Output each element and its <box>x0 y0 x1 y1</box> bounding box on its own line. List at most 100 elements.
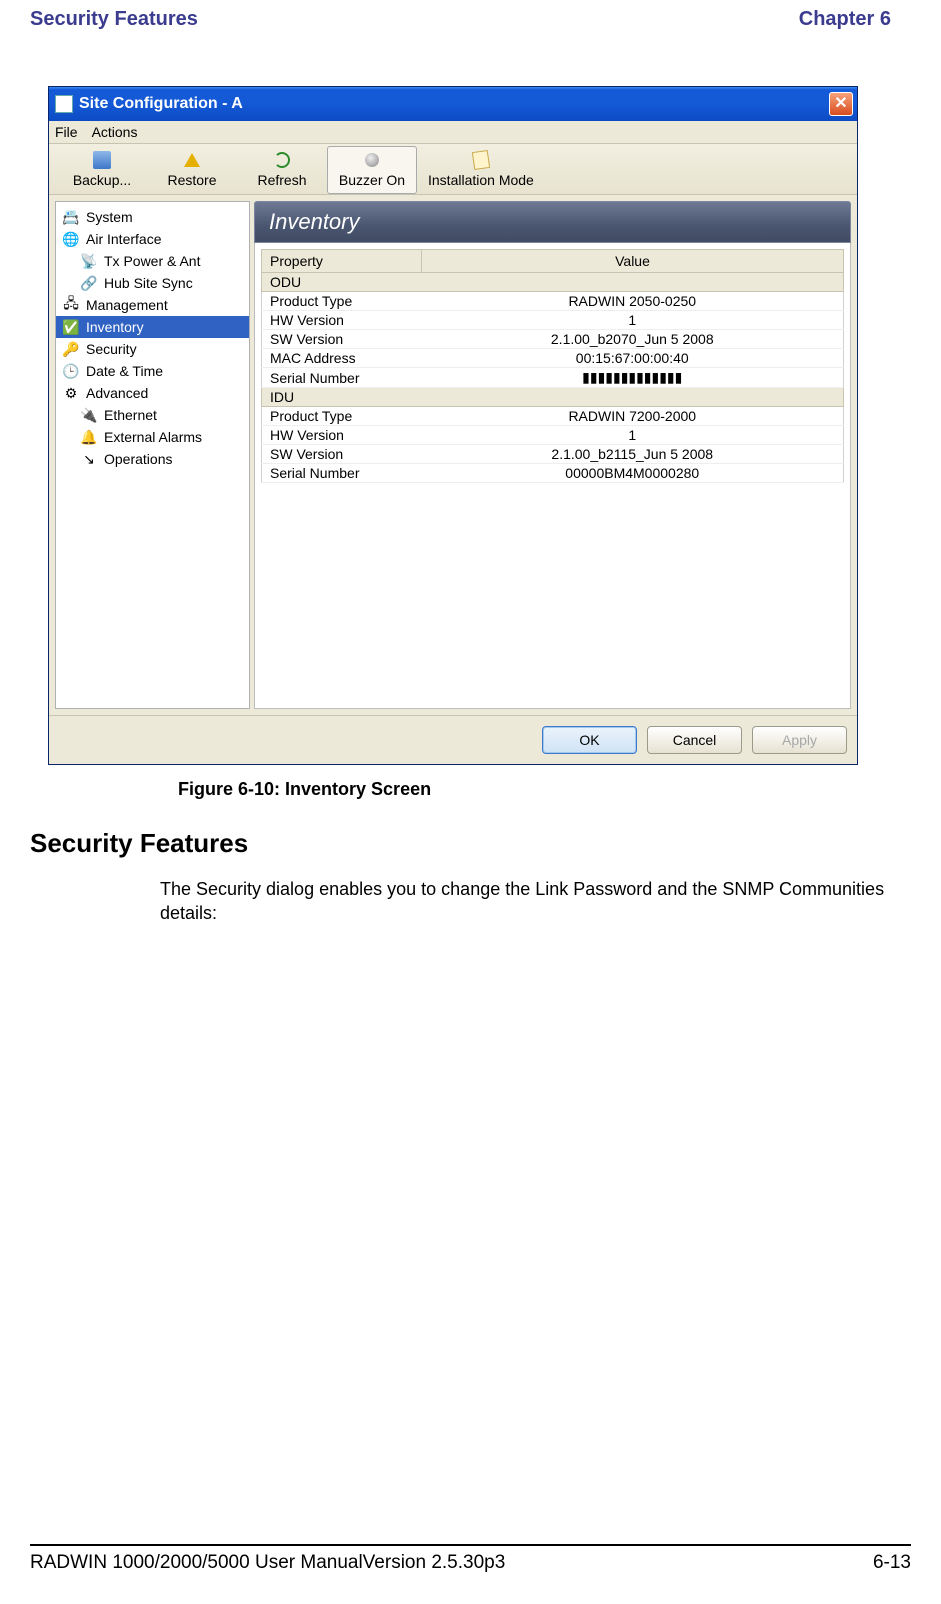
site-config-dialog: Site Configuration - A ✕ File Actions Ba… <box>48 86 858 765</box>
panel-body: Property Value ODUProduct TypeRADWIN 205… <box>254 243 851 709</box>
sidebar-item-advanced[interactable]: ⚙ Advanced <box>56 382 249 404</box>
date-time-icon: 🕒 <box>62 362 80 380</box>
table-row: Serial Number▮▮▮▮▮▮▮▮▮▮▮▮▮ <box>262 368 844 388</box>
menubar: File Actions <box>49 121 857 144</box>
sidebar-item-external-alarms[interactable]: 🔔 External Alarms <box>56 426 249 448</box>
external-alarms-icon: 🔔 <box>80 428 98 446</box>
hub-site-sync-icon: 🔗 <box>80 274 98 292</box>
col-property[interactable]: Property <box>262 250 422 273</box>
restore-label: Restore <box>167 172 216 188</box>
property-cell: Product Type <box>262 407 422 426</box>
dialog-buttons: OK Cancel Apply <box>49 715 857 764</box>
main-area: Inventory Property Value ODUProduct Type… <box>254 201 851 709</box>
figure-wrapper: Site Configuration - A ✕ File Actions Ba… <box>48 86 911 800</box>
dialog-body: 📇 System 🌐 Air Interface 📡 Tx Power & Ant 🔗 Hub… <box>49 195 857 715</box>
value-cell: 00:15:67:00:00:40 <box>422 349 844 368</box>
menu-actions[interactable]: Actions <box>92 124 138 140</box>
property-cell: SW Version <box>262 330 422 349</box>
sidebar-item-air-interface[interactable]: 🌐 Air Interface <box>56 228 249 250</box>
value-cell: 00000BM4M0000280 <box>422 464 844 483</box>
section-label: IDU <box>262 388 844 407</box>
management-icon: 🖧 <box>62 296 80 314</box>
value-cell: 2.1.00_b2070_Jun 5 2008 <box>422 330 844 349</box>
sidebar-item-label: Operations <box>104 451 172 467</box>
ok-button[interactable]: OK <box>542 726 637 754</box>
sidebar-item-ethernet[interactable]: 🔌 Ethernet <box>56 404 249 426</box>
value-cell: RADWIN 2050-0250 <box>422 292 844 311</box>
property-cell: Product Type <box>262 292 422 311</box>
system-icon: 📇 <box>62 208 80 226</box>
refresh-label: Refresh <box>257 172 306 188</box>
table-row: MAC Address00:15:67:00:00:40 <box>262 349 844 368</box>
value-cell: 2.1.00_b2115_Jun 5 2008 <box>422 445 844 464</box>
buzzer-icon <box>362 150 382 170</box>
install-mode-button[interactable]: Installation Mode <box>417 146 545 194</box>
col-value[interactable]: Value <box>422 250 844 273</box>
header-left: Security Features <box>30 8 198 31</box>
property-cell: MAC Address <box>262 349 422 368</box>
footer-right: 6-13 <box>873 1552 911 1574</box>
table-row: SW Version2.1.00_b2115_Jun 5 2008 <box>262 445 844 464</box>
section-row-idu: IDU <box>262 388 844 407</box>
restore-button[interactable]: Restore <box>147 146 237 194</box>
section-label: ODU <box>262 273 844 292</box>
sidebar-item-label: Tx Power & Ant <box>104 253 200 269</box>
sidebar-item-label: System <box>86 209 133 225</box>
sidebar-item-security[interactable]: 🔑 Security <box>56 338 249 360</box>
install-icon <box>471 150 491 170</box>
ethernet-icon: 🔌 <box>80 406 98 424</box>
restore-icon <box>182 150 202 170</box>
sidebar-item-label: Hub Site Sync <box>104 275 193 291</box>
page-header: Security Features Chapter 6 <box>30 8 891 31</box>
property-cell: HW Version <box>262 426 422 445</box>
value-cell: RADWIN 7200-2000 <box>422 407 844 426</box>
property-cell: HW Version <box>262 311 422 330</box>
sidebar-item-tx-power-ant[interactable]: 📡 Tx Power & Ant <box>56 250 249 272</box>
figure-caption: Figure 6-10: Inventory Screen <box>178 779 911 800</box>
sidebar-item-operations[interactable]: ↘ Operations <box>56 448 249 470</box>
air-interface-icon: 🌐 <box>62 230 80 248</box>
buzzer-button[interactable]: Buzzer On <box>327 146 417 194</box>
backup-button[interactable]: Backup... <box>57 146 147 194</box>
sidebar-item-management[interactable]: 🖧 Management <box>56 294 249 316</box>
sidebar-item-hub-site-sync[interactable]: 🔗 Hub Site Sync <box>56 272 249 294</box>
sidebar-item-label: Management <box>86 297 168 313</box>
page-footer: RADWIN 1000/2000/5000 User ManualVersion… <box>30 1544 911 1574</box>
sidebar-item-label: Ethernet <box>104 407 157 423</box>
footer-left: RADWIN 1000/2000/5000 User ManualVersion… <box>30 1552 505 1574</box>
menu-file[interactable]: File <box>55 124 78 140</box>
close-icon[interactable]: ✕ <box>829 92 853 116</box>
refresh-button[interactable]: Refresh <box>237 146 327 194</box>
value-cell: 1 <box>422 426 844 445</box>
titlebar: Site Configuration - A ✕ <box>49 87 857 121</box>
section-heading: Security Features <box>30 828 911 859</box>
sidebar-item-label: External Alarms <box>104 429 202 445</box>
sidebar-item-date-time[interactable]: 🕒Date & Time <box>56 360 249 382</box>
body-paragraph: The Security dialog enables you to chang… <box>160 877 900 926</box>
tx-power-ant-icon: 📡 <box>80 252 98 270</box>
cancel-button[interactable]: Cancel <box>647 726 742 754</box>
sidebar-item-label: Air Interface <box>86 231 161 247</box>
app-icon <box>55 95 73 113</box>
sidebar-item-label: Advanced <box>86 385 148 401</box>
panel-title: Inventory <box>254 201 851 243</box>
install-label: Installation Mode <box>428 172 534 188</box>
refresh-icon <box>272 150 292 170</box>
table-row: Product TypeRADWIN 7200-2000 <box>262 407 844 426</box>
sidebar: 📇 System 🌐 Air Interface 📡 Tx Power & Ant 🔗 Hub… <box>55 201 250 709</box>
inventory-icon: ✅ <box>62 318 80 336</box>
security-icon: 🔑 <box>62 340 80 358</box>
property-cell: Serial Number <box>262 368 422 388</box>
property-cell: Serial Number <box>262 464 422 483</box>
apply-button: Apply <box>752 726 847 754</box>
table-row: Product TypeRADWIN 2050-0250 <box>262 292 844 311</box>
advanced-icon: ⚙ <box>62 384 80 402</box>
backup-label: Backup... <box>73 172 131 188</box>
sidebar-item-label: Security <box>86 341 137 357</box>
sidebar-item-system[interactable]: 📇 System <box>56 206 249 228</box>
header-right: Chapter 6 <box>799 8 891 31</box>
toolbar: Backup... Restore Refresh Buzzer On Inst… <box>49 144 857 195</box>
operations-icon: ↘ <box>80 450 98 468</box>
table-row: HW Version1 <box>262 426 844 445</box>
sidebar-item-inventory[interactable]: ✅Inventory <box>56 316 249 338</box>
